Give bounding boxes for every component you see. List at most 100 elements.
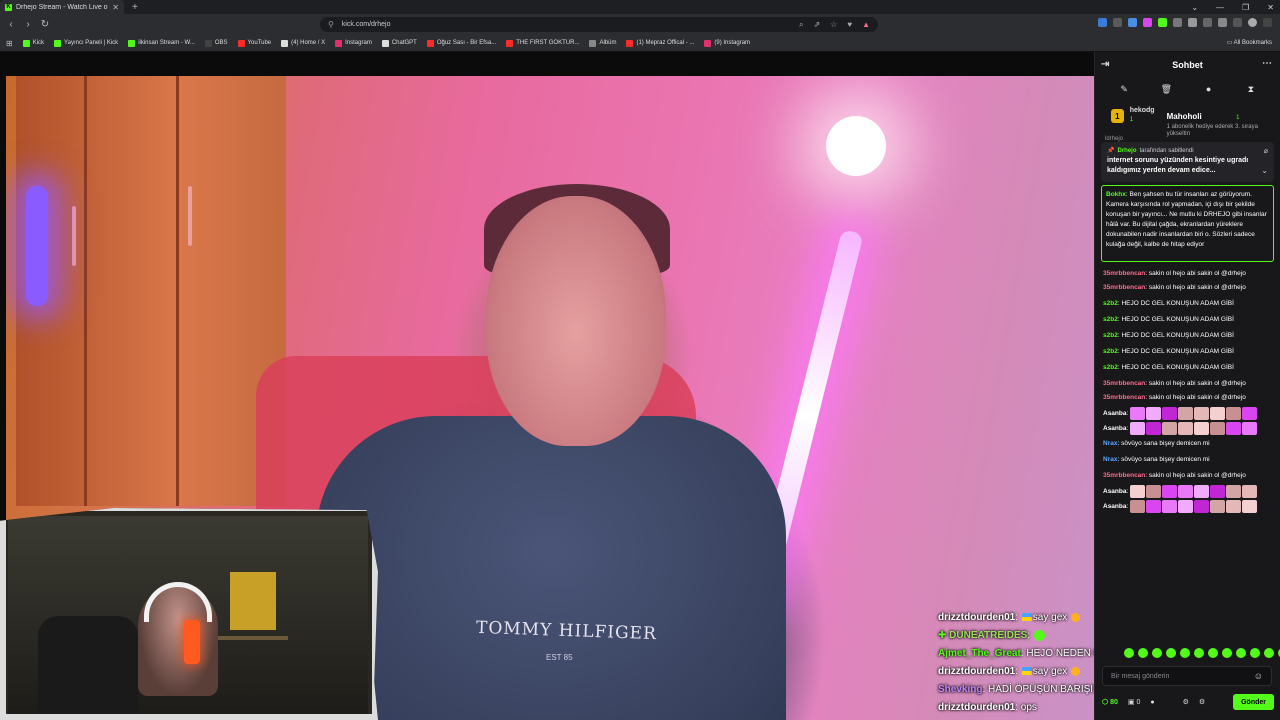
pin-icon[interactable]: ✎ — [1117, 84, 1131, 95]
extension-icon[interactable] — [1098, 18, 1107, 27]
bookmark-item[interactable]: (1) Mepraz Offical - ... — [626, 39, 694, 47]
close-tab-icon[interactable]: ✕ — [112, 3, 119, 12]
message-username[interactable]: Bokhx — [1106, 191, 1126, 198]
gift-leaderboard-item[interactable]: Mahoholi 1 1 abonelik hediye ederek 3. s… — [1167, 106, 1272, 138]
chevron-down-icon[interactable]: ⌄ — [1261, 166, 1268, 175]
message-icon[interactable]: ● — [1202, 84, 1216, 94]
message-username[interactable]: 35mrbbencan — [1103, 472, 1145, 479]
bookmark-item[interactable]: YouTube — [237, 39, 271, 47]
gifter-crown-icon: 1 — [1111, 109, 1124, 123]
address-bar[interactable]: ⚲ kick.com/drhejo ⌕ ⇗ ☆ ♥ ▲ — [320, 17, 878, 32]
browser-tab[interactable]: K Drhejo Stream - Watch Live o ✕ — [0, 0, 124, 14]
bookmark-item[interactable]: Kick — [22, 39, 45, 47]
bookmark-item[interactable]: ChatGPT — [381, 39, 417, 47]
overlay-chat-line: drizztdourden01: say gex — [938, 663, 1094, 681]
pinned-message[interactable]: 📌 Drhejo tarafından sabitlendi internet … — [1101, 142, 1274, 182]
message-username[interactable]: 35mrbbencan — [1103, 284, 1145, 291]
extension-icon[interactable] — [1128, 18, 1137, 27]
close-window-button[interactable]: ✕ — [1267, 3, 1274, 12]
emote-icon[interactable] — [1222, 648, 1232, 658]
bookmark-item[interactable]: (4) Home / X — [281, 39, 325, 47]
bookmark-item[interactable]: OBS — [204, 39, 228, 47]
message-username[interactable]: s2b2 — [1103, 348, 1118, 355]
message-username[interactable]: Nrax — [1103, 456, 1117, 463]
emote-icon[interactable] — [1208, 648, 1218, 658]
message-username[interactable]: 35mrbbencan — [1103, 394, 1145, 401]
message-username[interactable]: s2b2 — [1103, 364, 1118, 371]
message-username[interactable]: 35mrbbencan — [1103, 270, 1145, 277]
emote-icon[interactable] — [1194, 648, 1204, 658]
share-icon[interactable]: ⇗ — [813, 20, 820, 30]
all-bookmarks-button[interactable]: ▭ All Bookmarks — [1227, 39, 1272, 46]
chat-message: Nrax: sövüyo sana bişey demicen mi — [1103, 440, 1210, 447]
emote-icon[interactable] — [1250, 648, 1260, 658]
extensions-puzzle-icon[interactable] — [1233, 18, 1242, 27]
extension-icon[interactable] — [1158, 18, 1167, 27]
emote-icon[interactable] — [1138, 648, 1148, 658]
extension-icon[interactable] — [1143, 18, 1152, 27]
emoji-picker-icon[interactable]: ☺ — [1254, 671, 1263, 681]
channel-points[interactable]: ⬡ 80 — [1102, 698, 1118, 706]
extension-icon[interactable] — [1218, 18, 1227, 27]
emote-icon[interactable] — [1236, 648, 1246, 658]
pinned-text: internet sorunu yüzünden kesintiye ugrad… — [1107, 157, 1249, 174]
user-settings-icon[interactable]: ⚙ — [1199, 698, 1205, 706]
bookmark-item[interactable]: THE FIRST GOKTUR... — [506, 39, 579, 47]
bucket-counter[interactable]: ▣ 0 — [1128, 698, 1140, 706]
unpin-icon[interactable]: ⌀ — [1264, 147, 1268, 155]
bookmark-item[interactable]: (9) Instagram — [704, 39, 750, 47]
zoom-icon[interactable]: ⌕ — [799, 20, 803, 30]
pinned-suffix: tarafından sabitlendi — [1139, 147, 1194, 154]
site-info-icon[interactable]: ⚲ — [328, 20, 334, 29]
send-button[interactable]: Gönder — [1233, 694, 1274, 710]
alert-icon[interactable]: ▲ — [862, 20, 870, 30]
extension-icon[interactable] — [1188, 18, 1197, 27]
chat-message-input[interactable]: Bir mesaj gönderin ☺ — [1102, 666, 1272, 686]
trash-icon[interactable]: 🗑 — [1159, 84, 1173, 95]
star-icon[interactable]: ☆ — [830, 20, 837, 30]
tab-search-icon[interactable]: ⌄ — [1191, 3, 1198, 12]
bookmark-item[interactable]: Albüm — [589, 39, 616, 47]
message-username[interactable]: s2b2 — [1103, 332, 1118, 339]
top-gifter[interactable]: hekodg 1 — [1130, 106, 1155, 125]
profile-icon[interactable] — [1248, 18, 1257, 27]
bookmark-label: Kick — [32, 40, 45, 46]
settings-gear-icon[interactable]: ⚙ — [1183, 698, 1189, 706]
extension-icon[interactable] — [1173, 18, 1182, 27]
message-username[interactable]: 35mrbbencan — [1103, 380, 1145, 387]
message-username[interactable]: Asanba — [1103, 503, 1126, 510]
reload-button[interactable]: ↻ — [38, 19, 52, 30]
minimize-button[interactable]: — — [1216, 3, 1224, 12]
message-username[interactable]: Asanba — [1103, 488, 1126, 495]
bookmark-item[interactable]: ilkinsan Stream - W... — [128, 39, 195, 47]
maximize-button[interactable]: ❐ — [1242, 3, 1249, 12]
emote-icon[interactable] — [1152, 648, 1162, 658]
bookmark-favicon-icon — [22, 39, 30, 47]
forward-button[interactable]: › — [21, 19, 35, 30]
message-username[interactable]: s2b2 — [1103, 316, 1118, 323]
chat-bubble-icon[interactable]: ● — [1150, 699, 1154, 706]
back-button[interactable]: ‹ — [4, 19, 18, 30]
more-options-icon[interactable]: ⋯ — [1262, 58, 1272, 69]
chat-message: Asanba: — [1103, 421, 1272, 436]
message-username[interactable]: Asanba — [1103, 425, 1126, 432]
emote-icon — [1162, 406, 1178, 420]
bookmark-item[interactable]: Yayıncı Paneli | Kick — [54, 39, 118, 47]
emote-icon[interactable] — [1180, 648, 1190, 658]
message-username[interactable]: s2b2 — [1103, 300, 1118, 307]
message-username[interactable]: Nrax — [1103, 440, 1117, 447]
emote-icon[interactable] — [1166, 648, 1176, 658]
menu-icon[interactable] — [1263, 18, 1272, 27]
new-tab-button[interactable]: + — [132, 2, 138, 13]
bookmark-item[interactable]: Oğuz Sası - Bir Efsa... — [426, 39, 496, 47]
extension-icon[interactable] — [1203, 18, 1212, 27]
extension-icon[interactable] — [1113, 18, 1122, 27]
message-username[interactable]: Asanba — [1103, 410, 1126, 417]
shield-icon[interactable]: ♥ — [847, 20, 852, 30]
emote-icon[interactable] — [1264, 648, 1274, 658]
emote-icon[interactable] — [1124, 648, 1134, 658]
hourglass-icon[interactable]: ⧗ — [1244, 84, 1258, 95]
apps-grid-icon[interactable]: ⊞ — [6, 39, 13, 48]
collapse-chat-icon[interactable]: ⇥ — [1101, 59, 1109, 70]
bookmark-item[interactable]: Instagram — [335, 39, 372, 47]
